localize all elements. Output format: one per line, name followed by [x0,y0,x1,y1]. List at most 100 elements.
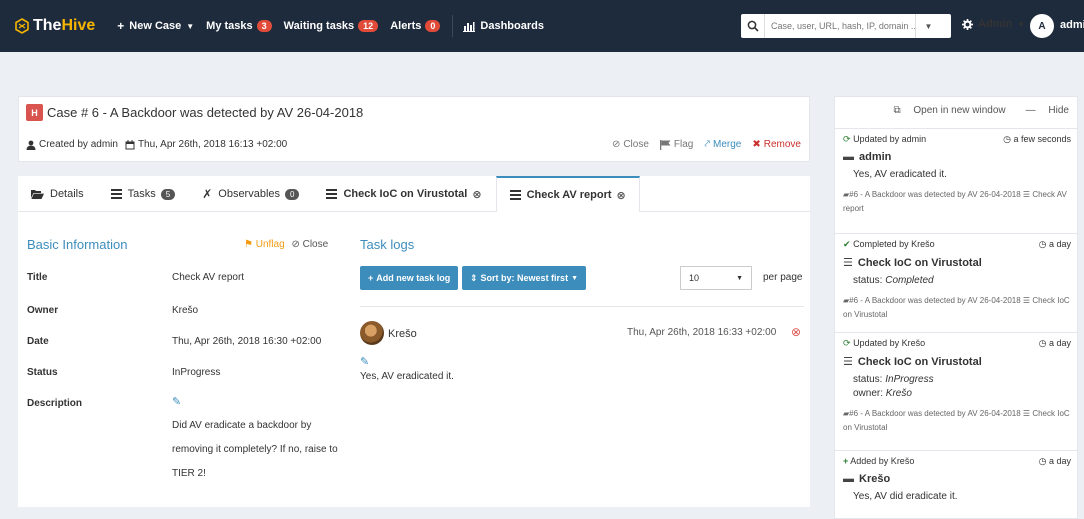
merge-case-button[interactable]: ⤤ Merge [704,139,741,150]
feed-context[interactable]: ▰#6 - A Backdoor was detected by AV 26-0… [843,294,1071,322]
label-owner: Owner [27,305,59,316]
feed-time: ◷ a few seconds [1003,134,1071,145]
log-date: Thu, Apr 26th, 2018 16:33 +02:00 [627,327,777,338]
feed-action: ⟳ Updated by admin [843,134,926,145]
tab-tasks[interactable]: Tasks 5 [98,176,190,212]
tab-check-ioc[interactable]: Check IoC on Virustotal ⊗ [313,176,495,212]
case-tabs: Details Tasks 5 ✗ Observables 0 Check Io… [18,176,810,212]
admin-menu[interactable]: Admin ▼ [962,18,1025,30]
waiting-tasks-link[interactable]: Waiting tasks 12 [284,20,379,32]
value-date[interactable]: Thu, Apr 26th, 2018 16:30 +02:00 [172,336,321,347]
user-name[interactable]: admi [1060,19,1084,31]
new-case-menu[interactable]: + New Case ▼ [117,19,194,33]
remove-case-button[interactable]: ✖ Remove [752,139,801,150]
add-task-log-label: Add new task log [376,273,451,283]
case-header: H Case # 6 - A Backdoor was detected by … [18,96,810,162]
label-description: Description [27,398,83,409]
feed-subject[interactable]: admin [859,151,891,163]
open-new-window-link[interactable]: ⧉ Open in new window [883,105,1005,116]
check-circle-icon: ⊘ [611,139,621,150]
sort-button[interactable]: ⇕ Sort by: Newest first ▼ [462,266,587,290]
created-by: Created by admin [39,139,118,150]
feed-action: ⟳ Updated by Krešo [843,338,925,349]
feed-action-text: Completed by Krešo [853,239,935,249]
log-text: Yes, AV eradicated it. [360,371,454,382]
alerts-badge: 0 [425,20,441,32]
feed-subject[interactable]: Check IoC on Virustotal [858,356,982,368]
value-owner[interactable]: Krešo [172,305,198,316]
feed-context-case: #6 - A Backdoor was detected by AV 26-04… [849,296,1021,305]
edit-description-pencil-icon[interactable]: ✎ [172,395,181,408]
comment-icon: ▬ [843,473,854,485]
feed-body: status: Completed [843,274,1071,288]
close-tab-icon[interactable]: ⊗ [617,189,626,202]
unflag-button[interactable]: ⚑ Unflag [244,239,285,250]
flag-icon [659,139,671,150]
add-task-log-button[interactable]: + Add new task log [360,266,459,290]
feed-item: ⟳ Updated by Krešo ◷ a day ☰ Check IoC on … [835,332,1077,435]
case-title: H Case # 6 - A Backdoor was detected by … [26,104,363,121]
close-case-button[interactable]: ⊘ Close [612,139,649,150]
search-icon[interactable] [741,14,765,38]
task-content: Basic Information ⚑ Unflag ⊘ Close Title… [18,212,810,507]
plus-icon: + [368,273,374,283]
clock-icon: ◷ [1038,239,1047,249]
alerts-link[interactable]: Alerts 0 [390,20,441,32]
calendar-icon [125,139,135,149]
brand-hive: Hive [61,17,96,34]
feed-subject[interactable]: Check IoC on Virustotal [858,257,982,269]
feed-action: ✔ Completed by Krešo [843,239,935,250]
flag-case-label: Flag [673,139,694,150]
search-input[interactable] [765,21,915,31]
severity-badge: H [26,104,43,121]
tab-details[interactable]: Details [18,176,98,212]
feed-time: ◷ a day [1039,456,1071,467]
close-task-button[interactable]: ⊘ Close [291,239,328,250]
search-dropdown-button[interactable]: ▼ [915,14,941,38]
log-author-avatar [360,321,384,345]
caret-down-icon: ▼ [186,21,195,31]
tab-observables[interactable]: ✗ Observables 0 [189,176,313,212]
feed-context[interactable]: ▰#6 - A Backdoor was detected by AV 26-0… [843,407,1071,435]
feed-body: Yes, AV eradicated it. [853,169,947,180]
refresh-icon: ⟳ [843,338,851,348]
tab-check-av-report-label: Check AV report [526,189,612,201]
asterisk-icon: ✗ [202,187,213,201]
external-link-icon: ⧉ [893,104,901,116]
user-avatar[interactable]: A [1030,14,1054,38]
feed-action-text: Updated by Krešo [853,338,926,348]
tasks-icon [509,190,521,200]
flag-case-button[interactable]: Flag [659,139,694,150]
feed-item: ✔ Completed by Krešo ◷ a day ☰ Check IoC o… [835,233,1077,322]
caret-down-icon: ▼ [571,274,579,282]
delete-log-icon[interactable]: ⊗ [791,325,801,339]
user-icon [26,140,36,150]
hide-panel-link[interactable]: — Hide [1016,105,1069,116]
tasks-icon [326,189,338,199]
tab-check-ioc-label: Check IoC on Virustotal [343,188,468,200]
caret-down-icon: ▼ [736,274,743,282]
tasks-icon: ☰ [1022,190,1031,199]
per-page-select[interactable]: 10 ▼ [680,266,752,290]
feed-subject[interactable]: Krešo [859,473,890,485]
refresh-icon: ⟳ [843,134,851,144]
admin-menu-label: Admin [978,18,1013,30]
value-title[interactable]: Check AV report [172,272,244,283]
tab-check-av-report[interactable]: Check AV report ⊗ [495,176,640,212]
basic-info-title: Basic Information [27,237,128,252]
feed-body: status: InProgress owner: Krešo [843,373,1071,401]
clock-icon: ◷ [1038,338,1047,348]
feed-context[interactable]: ▰#6 - A Backdoor was detected by AV 26-0… [843,188,1071,216]
divider [360,306,804,307]
my-tasks-link[interactable]: My tasks 3 [206,20,272,32]
close-tab-icon[interactable]: ⊗ [472,188,481,201]
bar-chart-icon [463,21,476,32]
edit-log-pencil-icon[interactable]: ✎ [360,355,369,368]
feed-field-label: owner: [853,388,884,399]
dashboards-link[interactable]: Dashboards [463,20,544,32]
feed-field-label: status: [853,275,883,286]
feed-time-text: a day [1048,239,1071,249]
brand-logo[interactable]: The Hive [14,17,95,35]
value-description[interactable]: Did AV eradicate a backdoor by removing … [172,414,342,486]
tasks-icon: ☰ [1022,296,1031,305]
